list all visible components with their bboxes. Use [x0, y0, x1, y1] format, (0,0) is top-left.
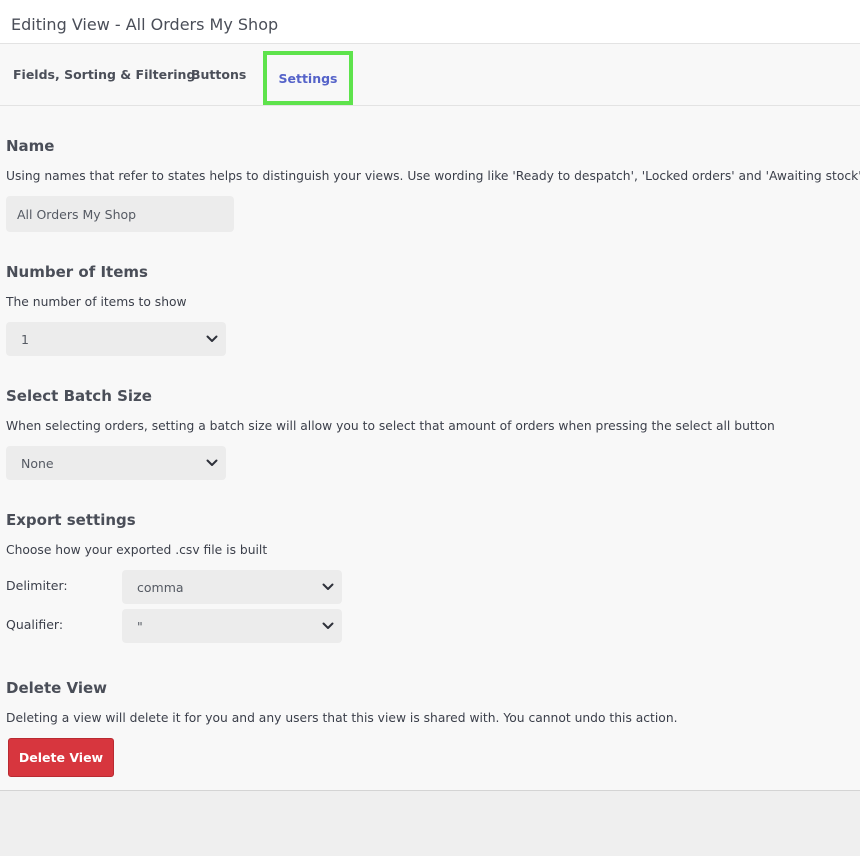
delimiter-selected: comma	[137, 579, 184, 595]
chevron-down-icon	[322, 583, 334, 590]
page-title: Editing View - All Orders My Shop	[11, 15, 279, 34]
batch-size-heading: Select Batch Size	[6, 387, 152, 405]
delete-view-button-label: Delete View	[18, 750, 104, 765]
qualifier-label: Qualifier:	[6, 617, 64, 632]
footer-area	[0, 791, 860, 856]
export-settings-heading: Export settings	[6, 511, 136, 529]
batch-size-select[interactable]: None	[6, 446, 226, 480]
tab-settings-label: Settings	[278, 70, 338, 86]
number-of-items-select[interactable]: 1	[6, 322, 226, 356]
delete-view-description: Deleting a view will delete it for you a…	[6, 711, 678, 725]
name-description: Using names that refer to states helps t…	[6, 169, 860, 183]
number-of-items-heading: Number of Items	[6, 263, 148, 281]
tab-settings[interactable]: Settings	[263, 51, 353, 105]
qualifier-selected: "	[137, 618, 143, 634]
number-of-items-description: The number of items to show	[6, 295, 187, 309]
view-name-input[interactable]: All Orders My Shop	[6, 196, 234, 232]
tab-buttons[interactable]: Buttons	[191, 44, 246, 105]
export-settings-description: Choose how your exported .csv file is bu…	[6, 543, 268, 557]
title-bar: Editing View - All Orders My Shop	[0, 0, 860, 44]
tab-bar: Fields, Sorting & Filtering Buttons Sett…	[0, 44, 860, 106]
chevron-down-icon	[206, 459, 218, 466]
name-heading: Name	[6, 137, 55, 155]
delimiter-label: Delimiter:	[6, 578, 68, 593]
chevron-down-icon	[322, 622, 334, 629]
delete-view-heading: Delete View	[6, 679, 108, 697]
chevron-down-icon	[206, 335, 218, 342]
batch-size-description: When selecting orders, setting a batch s…	[6, 419, 775, 433]
delimiter-select[interactable]: comma	[122, 570, 342, 604]
settings-panel: Name Using names that refer to states he…	[0, 106, 860, 791]
batch-size-selected: None	[21, 455, 54, 471]
qualifier-select[interactable]: "	[122, 609, 342, 643]
editing-view-page: Editing View - All Orders My Shop Fields…	[0, 0, 860, 856]
tab-fields-sorting-filtering[interactable]: Fields, Sorting & Filtering	[13, 44, 195, 105]
number-of-items-selected: 1	[21, 331, 29, 347]
view-name-value: All Orders My Shop	[17, 206, 137, 222]
delete-view-button[interactable]: Delete View	[8, 738, 114, 777]
